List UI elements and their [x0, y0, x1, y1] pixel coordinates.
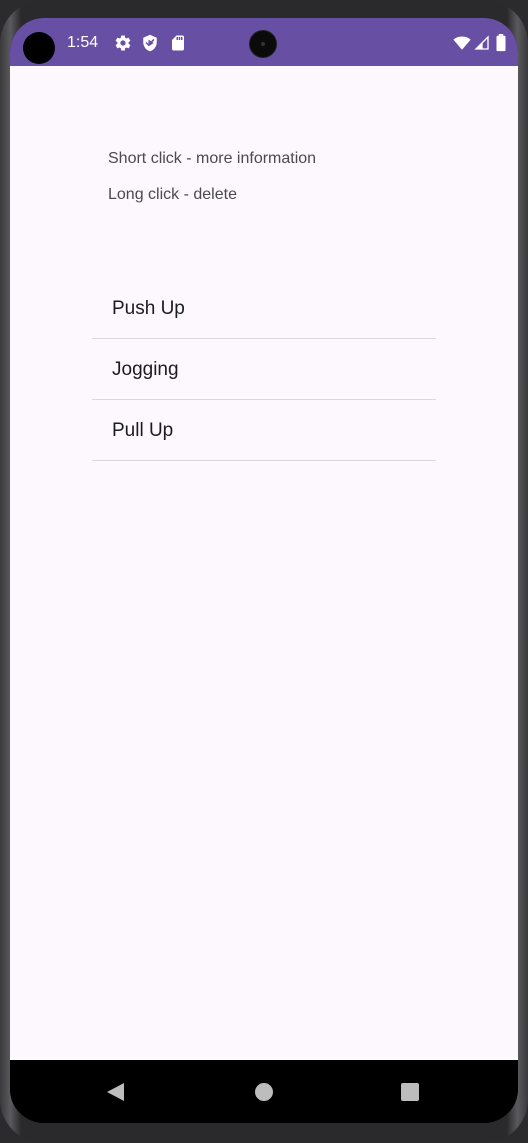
list-item-label: Jogging — [112, 359, 179, 380]
camera-cutout — [23, 32, 55, 64]
hint-long-click: Long click - delete — [108, 186, 237, 203]
battery-icon — [495, 34, 507, 52]
hint-short-click: Short click - more information — [108, 150, 317, 167]
sd-card-icon — [169, 34, 187, 52]
navigation-bar — [10, 1060, 518, 1123]
list-item[interactable]: Push Up — [92, 278, 436, 339]
device-frame: 1:54 Short click - more information Long… — [0, 0, 528, 1143]
status-time: 1:54 — [67, 34, 99, 51]
home-icon[interactable] — [250, 1078, 278, 1106]
shield-icon — [141, 34, 159, 52]
list-item[interactable]: Pull Up — [92, 400, 436, 461]
list-item-label: Pull Up — [112, 420, 174, 441]
signal-icon — [474, 34, 490, 52]
list-item-label: Push Up — [112, 298, 185, 319]
main-content: Short click - more information Long clic… — [10, 66, 518, 1060]
exercise-list: Push Up Jogging Pull Up — [92, 278, 436, 461]
screen: 1:54 Short click - more information Long… — [10, 18, 518, 1123]
front-camera — [249, 30, 277, 58]
list-item[interactable]: Jogging — [92, 339, 436, 400]
status-bar: 1:54 — [10, 18, 518, 66]
wifi-icon — [452, 34, 472, 52]
recents-icon[interactable] — [396, 1078, 424, 1106]
back-icon[interactable] — [102, 1078, 130, 1106]
gear-icon — [114, 34, 132, 52]
